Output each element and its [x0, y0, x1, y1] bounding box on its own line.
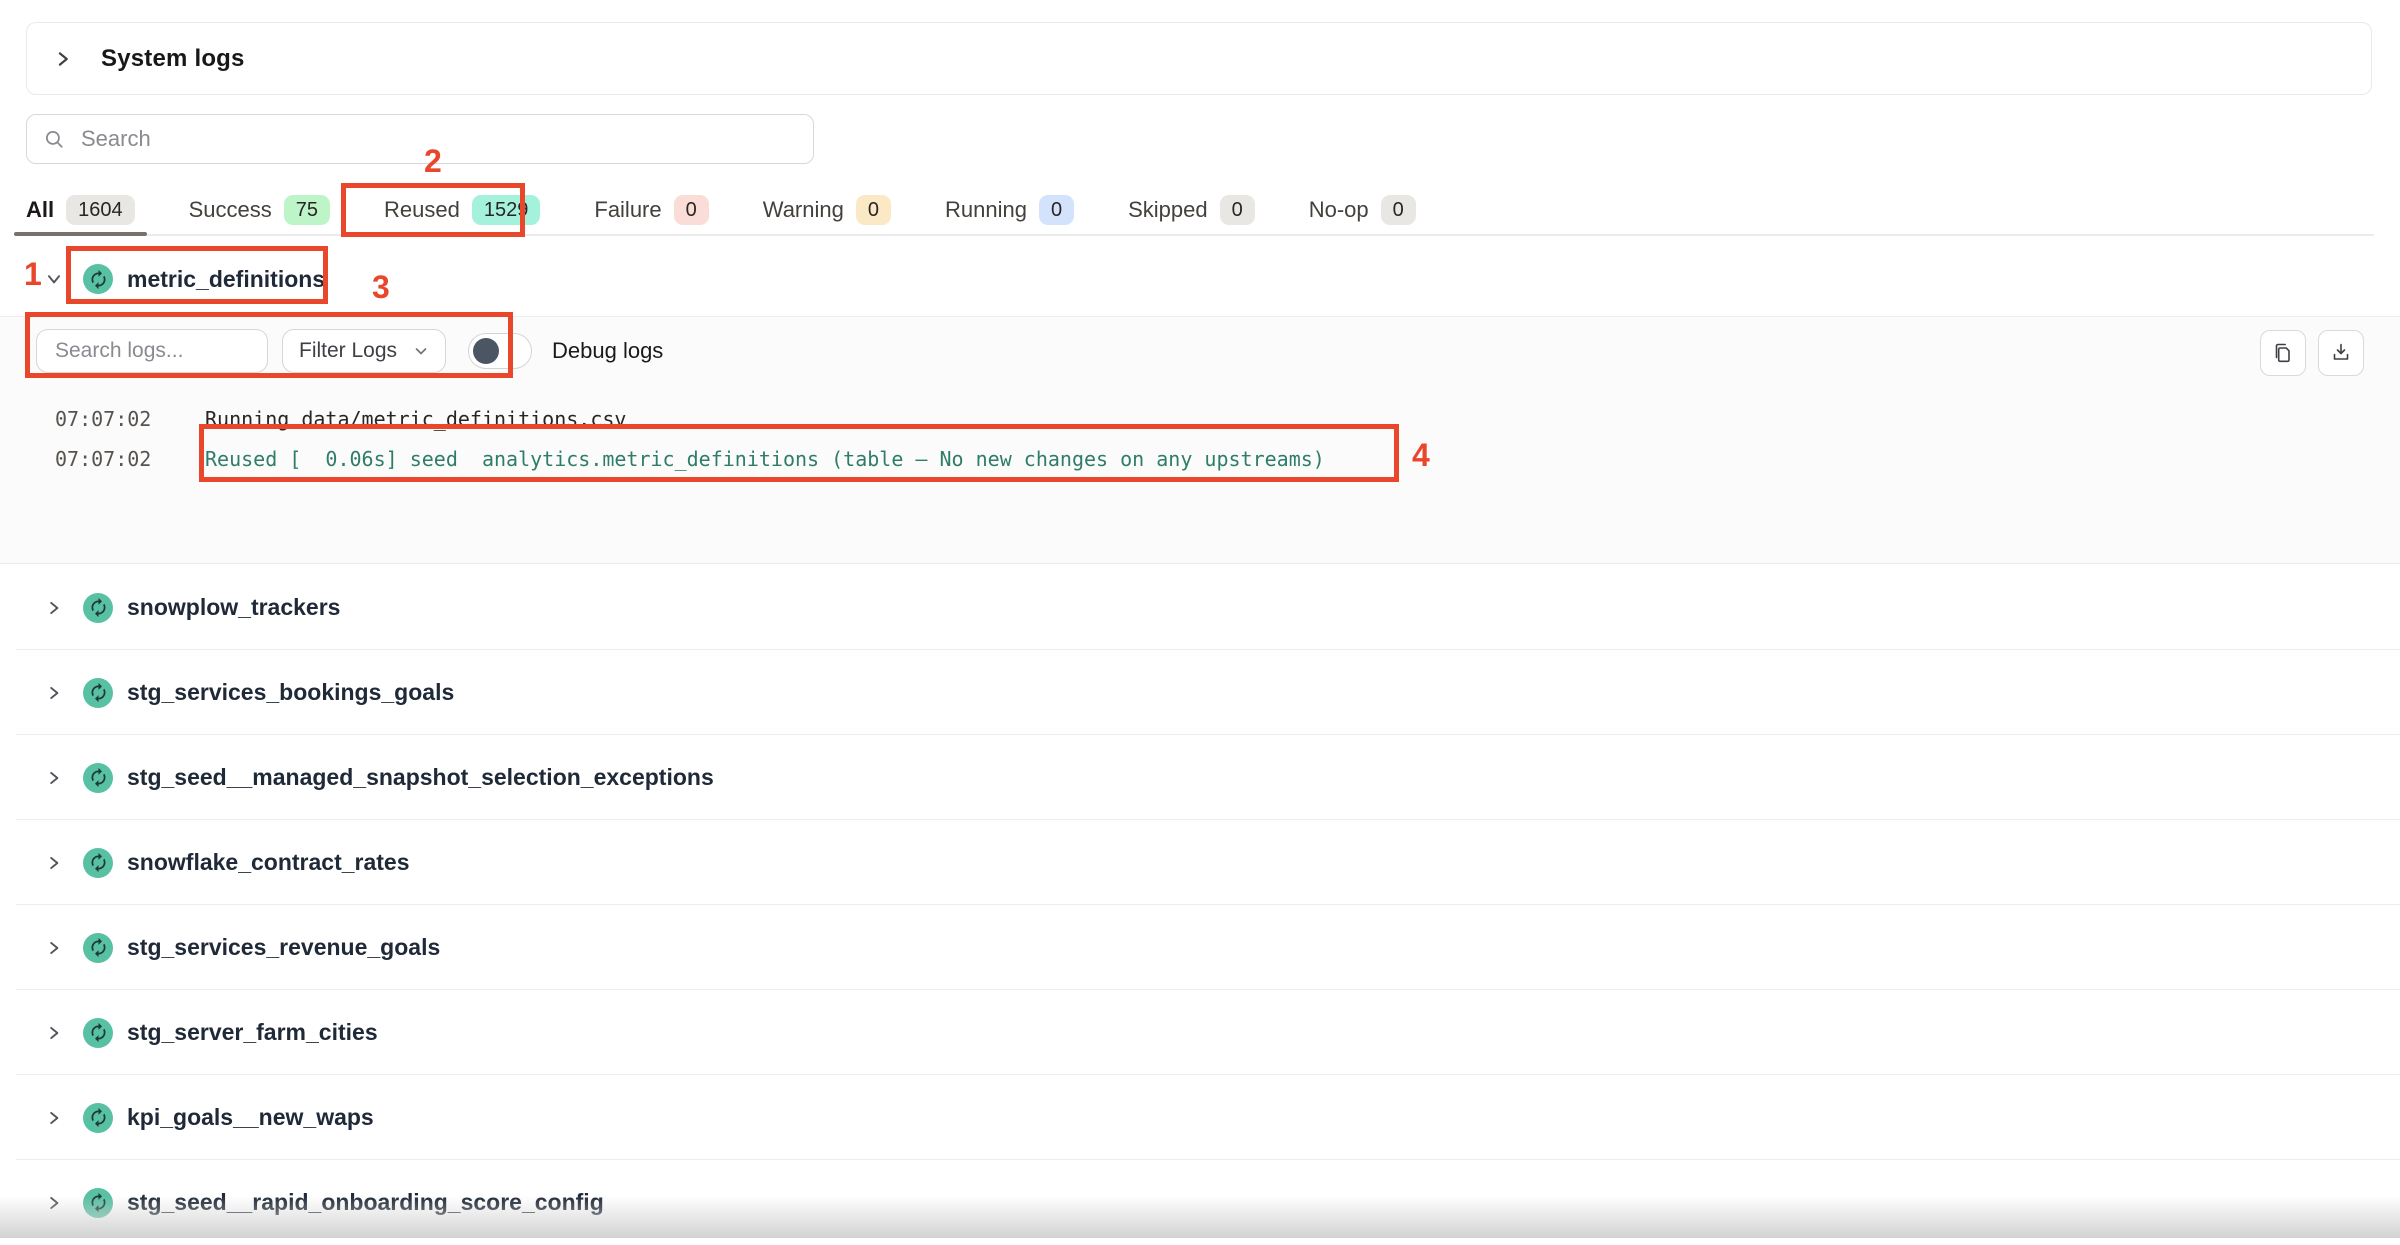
list-item-snowplow-trackers[interactable]: snowplow_trackers [0, 565, 2400, 650]
filter-logs-dropdown[interactable]: Filter Logs [282, 329, 446, 373]
debug-logs-label: Debug logs [552, 338, 663, 364]
count-badge: 75 [284, 195, 330, 225]
chevron-right-icon[interactable] [45, 684, 63, 702]
list-item-snowflake-contract-rates[interactable]: snowflake_contract_rates [0, 820, 2400, 905]
count-badge: 0 [674, 195, 709, 225]
count-badge: 1604 [66, 195, 135, 225]
search-input[interactable] [79, 125, 797, 153]
reused-status-icon [83, 1188, 113, 1218]
log-timestamp: 07:07:02 [55, 407, 151, 431]
log-timestamp: 07:07:02 [55, 447, 151, 471]
reused-status-icon [83, 933, 113, 963]
debug-logs-toggle[interactable] [468, 333, 532, 369]
system-logs-header: System logs [26, 22, 2372, 95]
chevron-right-icon[interactable] [45, 1194, 63, 1212]
log-line: 07:07:02 Running data/metric_definitions… [0, 399, 2400, 439]
node-label: metric_definitions [127, 266, 325, 293]
count-badge: 0 [1381, 195, 1416, 225]
log-panel: Filter Logs Debug logs [0, 316, 2400, 564]
reused-status-icon [83, 848, 113, 878]
log-message: Running data/metric_definitions.csv [205, 407, 626, 431]
tab-skipped[interactable]: Skipped 0 [1128, 186, 1255, 234]
download-logs-button[interactable] [2318, 330, 2364, 376]
count-badge: 1529 [472, 195, 541, 225]
status-tab-bar: All 1604 Success 75 Reused 1529 Failure … [26, 186, 2374, 236]
tab-success[interactable]: Success 75 [189, 186, 330, 234]
copy-logs-button[interactable] [2260, 330, 2306, 376]
chevron-down-icon[interactable] [45, 270, 63, 288]
log-search-input[interactable] [53, 338, 251, 364]
tab-all[interactable]: All 1604 [26, 186, 135, 234]
chevron-right-icon[interactable] [53, 49, 73, 69]
log-line-reused: 07:07:02 Reused [ 0.06s] seed analytics.… [0, 439, 2400, 479]
count-badge: 0 [1220, 195, 1255, 225]
list-item-stg-seed-rapid-onboarding-score-config[interactable]: stg_seed__rapid_onboarding_score_config [0, 1160, 2400, 1245]
chevron-right-icon[interactable] [45, 769, 63, 787]
reused-status-icon [83, 264, 113, 294]
page-title: System logs [101, 45, 245, 73]
chevron-right-icon[interactable] [45, 1024, 63, 1042]
reused-status-icon [83, 593, 113, 623]
log-message: Reused [ 0.06s] seed analytics.metric_de… [205, 447, 1325, 471]
list-item-stg-services-bookings-goals[interactable]: stg_services_bookings_goals [0, 650, 2400, 735]
chevron-right-icon[interactable] [45, 939, 63, 957]
count-badge: 0 [856, 195, 891, 225]
list-item-stg-server-farm-cities[interactable]: stg_server_farm_cities [0, 990, 2400, 1075]
reused-status-icon [83, 678, 113, 708]
tab-failure[interactable]: Failure 0 [594, 186, 708, 234]
chevron-right-icon[interactable] [45, 599, 63, 617]
tab-warning[interactable]: Warning 0 [763, 186, 891, 234]
log-actions [2260, 330, 2364, 376]
list-item-kpi-goals-new-waps[interactable]: kpi_goals__new_waps [0, 1075, 2400, 1160]
log-search-field[interactable] [36, 329, 268, 373]
chevron-down-icon [413, 343, 429, 359]
toggle-knob [473, 338, 499, 364]
tab-running[interactable]: Running 0 [945, 186, 1074, 234]
reused-status-icon [83, 763, 113, 793]
list-item-metric-definitions-expanded[interactable]: metric_definitions [0, 246, 2400, 312]
download-icon [2329, 341, 2353, 365]
reused-status-icon [83, 1103, 113, 1133]
list-item-stg-seed-managed-snapshot-selection-exceptions[interactable]: stg_seed__managed_snapshot_selection_exc… [0, 735, 2400, 820]
list-item-stg-services-revenue-goals[interactable]: stg_services_revenue_goals [0, 905, 2400, 990]
search-bar[interactable] [26, 114, 814, 164]
tab-noop[interactable]: No-op 0 [1309, 186, 1416, 234]
log-controls: Filter Logs Debug logs [36, 329, 663, 373]
chevron-right-icon[interactable] [45, 1109, 63, 1127]
chevron-right-icon[interactable] [45, 854, 63, 872]
search-icon [43, 128, 65, 150]
log-output: 07:07:02 Running data/metric_definitions… [0, 399, 2400, 479]
tab-reused[interactable]: Reused 1529 [384, 186, 540, 234]
copy-icon [2271, 341, 2295, 365]
count-badge: 0 [1039, 195, 1074, 225]
node-list: snowplow_trackers stg_services_bookings_… [0, 565, 2400, 1245]
reused-status-icon [83, 1018, 113, 1048]
